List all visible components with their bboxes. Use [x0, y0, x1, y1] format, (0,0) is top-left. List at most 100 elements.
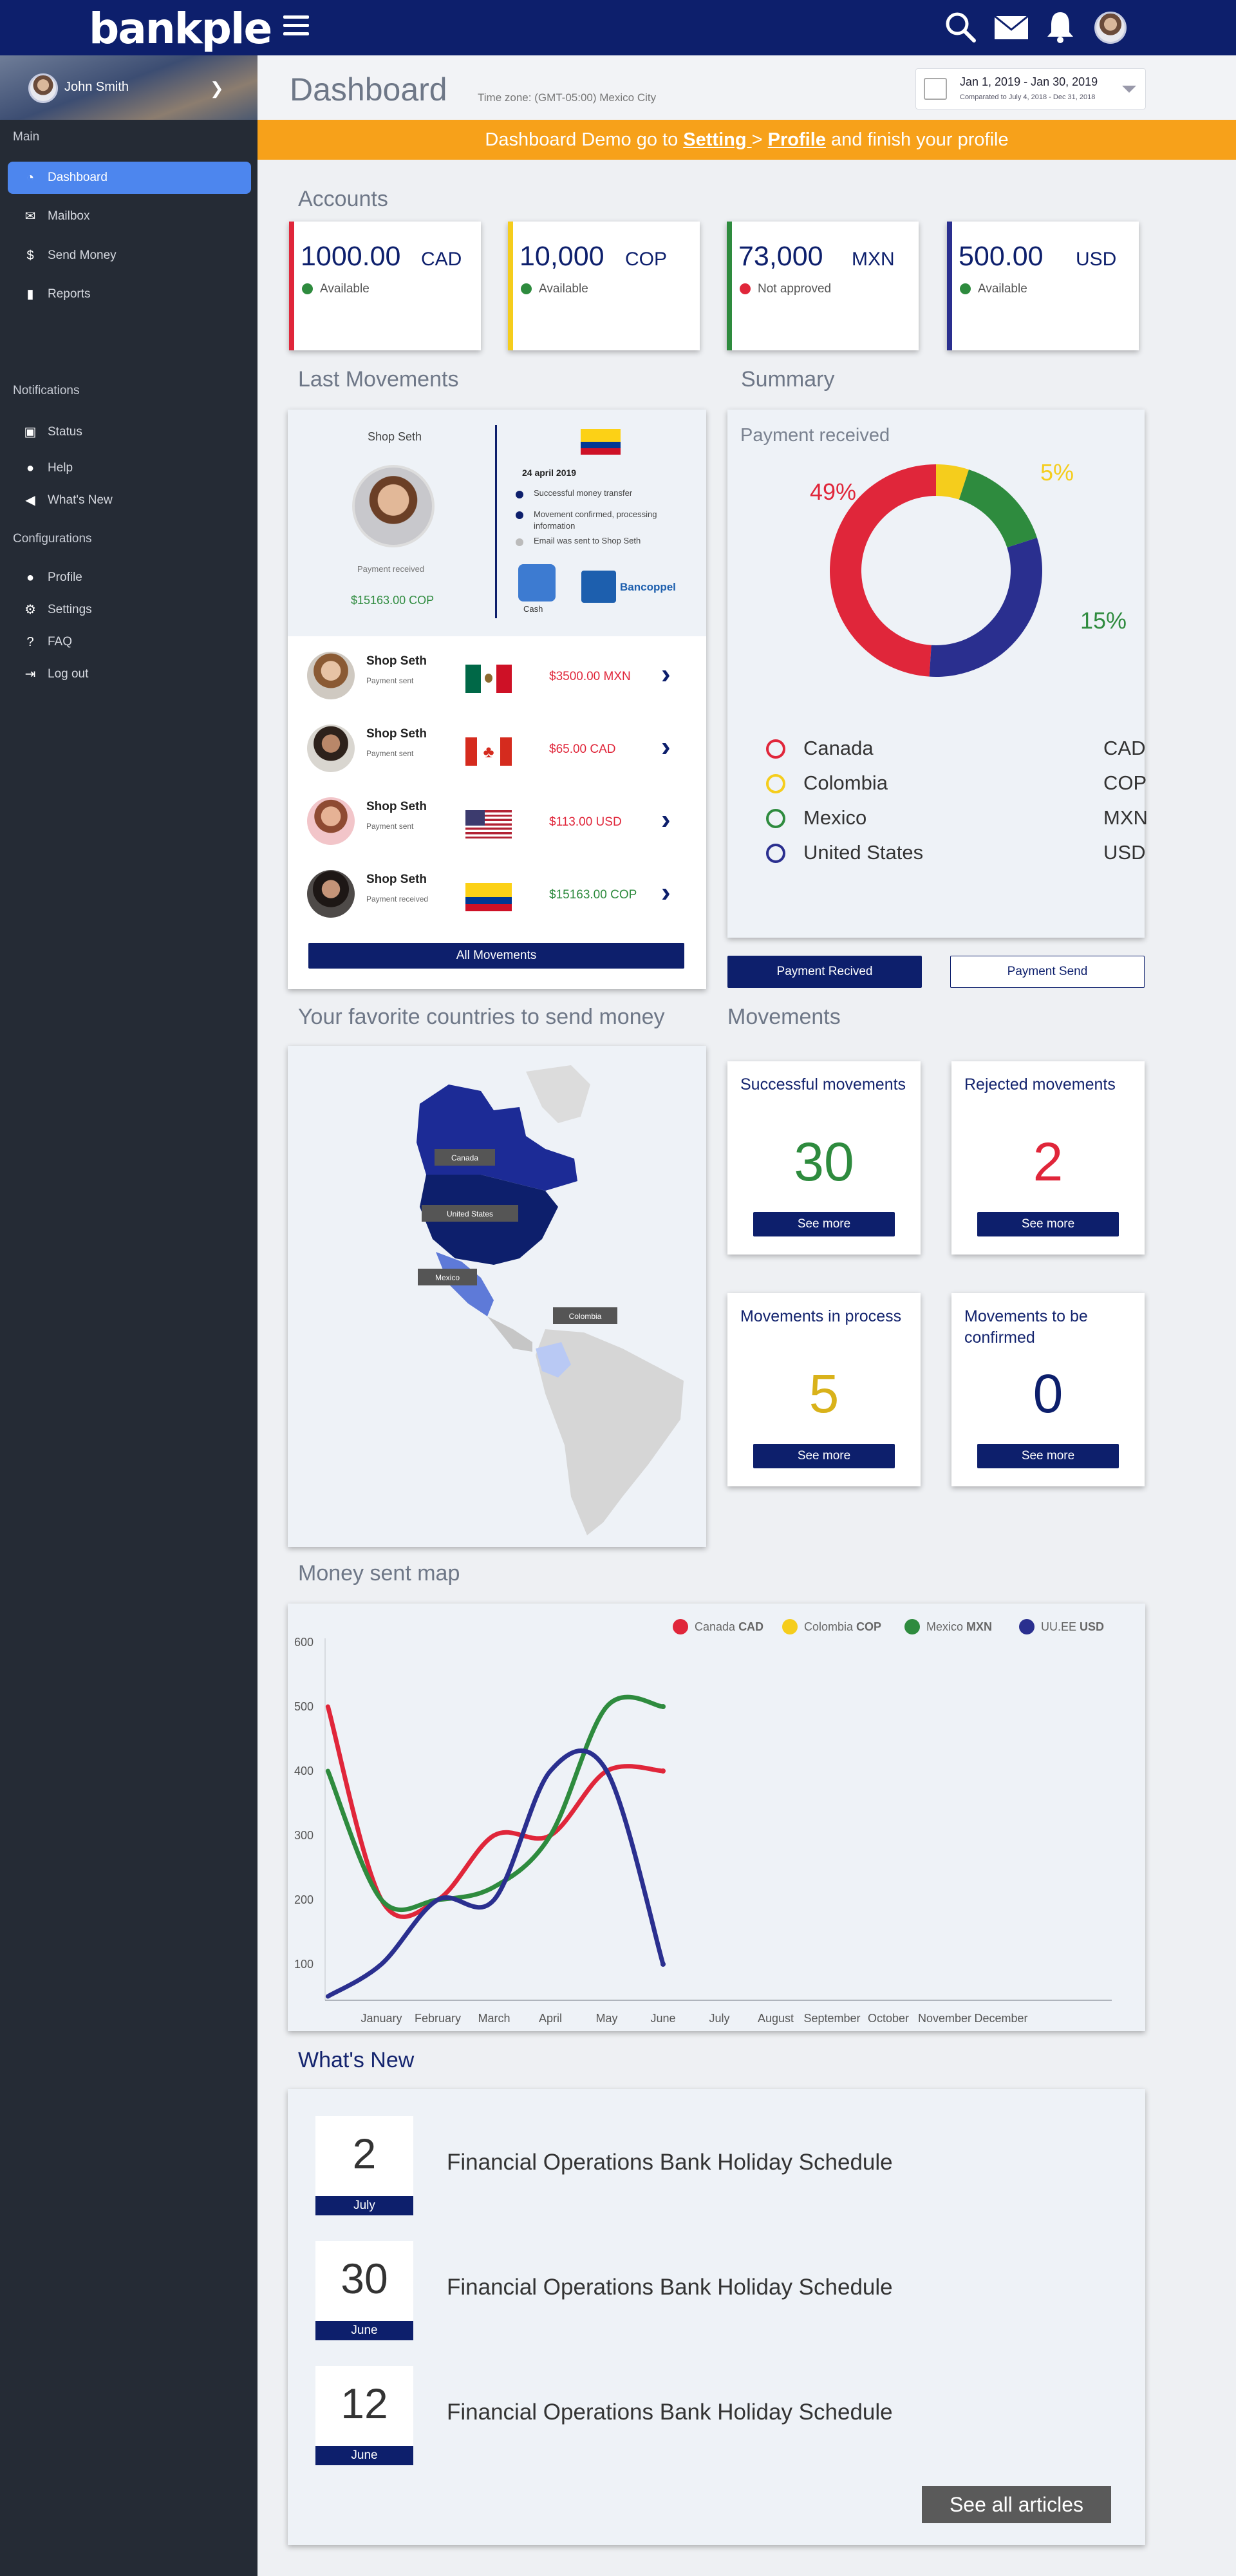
chevron-right-icon[interactable]: › — [661, 658, 671, 690]
sidebar-item-label: Mailbox — [48, 209, 90, 223]
user-avatar[interactable] — [1094, 12, 1127, 44]
y-tick-label: 100 — [294, 1958, 314, 1971]
movement-row[interactable]: Shop Seth Payment received $15163.00 COP… — [288, 857, 706, 930]
movements-heading: Movements — [727, 1005, 841, 1029]
chevron-right-icon: ❯ — [210, 79, 224, 98]
sidebar-item-logout[interactable]: ⇥ Log out — [8, 658, 251, 690]
legend-code: MXN — [1103, 806, 1148, 829]
sidebar-item-settings[interactable]: ⚙ Settings — [8, 594, 251, 626]
card-value: 2 — [1033, 1132, 1063, 1192]
sidebar-item-dashboard[interactable]: ◔ Dashboard — [8, 162, 251, 194]
account-color-bar — [289, 222, 294, 350]
see-more-button[interactable]: See more — [977, 1212, 1119, 1236]
news-item[interactable]: 12 June Financial Operations Bank Holiday… — [315, 2366, 1088, 2469]
movement-row[interactable]: Shop Seth Payment sent $3500.00 MXN › — [288, 639, 706, 712]
legend-label-usd: UU.EE USD — [1041, 1620, 1104, 1633]
sidebar-item-whats-new[interactable]: ◀ What's New — [8, 484, 251, 516]
movement-row[interactable]: Shop Seth Payment sent ♣ $65.00 CAD › — [288, 712, 706, 784]
news-item[interactable]: 2 July Financial Operations Bank Holiday … — [315, 2116, 1088, 2219]
menu-toggle-button[interactable] — [283, 15, 309, 39]
section-main: Main — [13, 130, 40, 144]
card-value: 5 — [809, 1363, 839, 1424]
news-title[interactable]: Financial Operations Bank Holiday Schedu… — [447, 2400, 893, 2425]
page-header: Dashboard Time zone: (GMT-05:00) Mexico … — [258, 55, 1236, 120]
movement-amount: $3500.00 MXN — [549, 670, 631, 683]
detail-label: Payment received — [357, 564, 425, 574]
brand-logo[interactable]: bankple — [89, 4, 272, 53]
in-process-movements-card: Movements in process 5 See more — [727, 1293, 921, 1486]
detail-amount: $15163.00 COP — [351, 594, 435, 607]
see-all-articles-button[interactable]: See all articles — [922, 2486, 1111, 2523]
account-card-usd[interactable]: 500.00 USD Available — [947, 222, 1139, 350]
account-card-cad[interactable]: 1000.00 CAD Available — [289, 222, 481, 350]
sidebar-item-label: Status — [48, 425, 82, 439]
successful-movements-card: Successful movements 30 See more — [727, 1061, 921, 1255]
x-tick-label: August — [758, 2012, 794, 2025]
account-card-mxn[interactable]: 73,000 MXN Not approved — [727, 222, 919, 350]
sidebar-item-status[interactable]: ▣ Status — [8, 416, 251, 448]
payment-donut-chart: 49%5%15%31% — [810, 459, 1127, 677]
mail-icon[interactable] — [994, 15, 1029, 40]
megaphone-icon: ◀ — [25, 493, 35, 507]
all-movements-button[interactable]: All Movements — [308, 943, 684, 969]
y-tick-label: 600 — [294, 1636, 314, 1649]
sidebar-item-faq[interactable]: ? FAQ — [8, 626, 251, 658]
y-tick-label: 300 — [294, 1829, 314, 1842]
news-item[interactable]: 30 June Financial Operations Bank Holiday… — [315, 2241, 1088, 2344]
banner-setting-link[interactable]: Setting — [683, 129, 751, 150]
news-title[interactable]: Financial Operations Bank Holiday Schedu… — [447, 2150, 893, 2175]
sidebar-item-reports[interactable]: ▮ Reports — [8, 278, 251, 310]
contact-avatar — [307, 724, 355, 772]
series-line-usd — [325, 1748, 666, 1999]
chevron-down-icon — [1122, 86, 1136, 93]
donut-slice-mxn — [959, 469, 1037, 548]
chevron-right-icon[interactable]: › — [661, 804, 671, 836]
sidebar-item-label: Dashboard — [48, 171, 108, 184]
status-dot — [740, 283, 751, 294]
user-card[interactable]: John Smith ❯ — [0, 55, 258, 120]
account-card-cop[interactable]: 10,000 COP Available — [508, 222, 700, 350]
news-date-box: 30 June — [315, 2241, 413, 2340]
payment-send-button[interactable]: Payment Send — [950, 956, 1145, 988]
legend-ring — [766, 739, 785, 759]
cash-label: Cash — [523, 604, 543, 614]
bell-icon[interactable] — [1045, 10, 1075, 44]
calendar-icon — [924, 78, 947, 100]
status-dot — [960, 283, 971, 294]
see-more-button[interactable]: See more — [753, 1444, 895, 1468]
see-more-button[interactable]: See more — [977, 1444, 1119, 1468]
news-title[interactable]: Financial Operations Bank Holiday Schedu… — [447, 2275, 893, 2300]
chevron-right-icon[interactable]: › — [661, 731, 671, 763]
timeline-line — [495, 425, 497, 618]
account-status: Available — [978, 282, 1027, 296]
see-more-button[interactable]: See more — [753, 1212, 895, 1236]
date-range-picker[interactable]: Jan 1, 2019 - Jan 30, 2019 Comparated to… — [915, 68, 1146, 109]
greenland-shape — [526, 1065, 590, 1123]
account-currency: MXN — [852, 249, 895, 270]
movement-amount: $65.00 CAD — [549, 743, 616, 756]
legend-dot-mxn — [904, 1619, 920, 1634]
sidebar: John Smith ❯ Main ◔ Dashboard ✉ Mailbox $ S… — [0, 55, 258, 2576]
chevron-right-icon[interactable]: › — [661, 876, 671, 909]
movement-type: Payment sent — [366, 676, 414, 685]
mail-icon: ✉ — [24, 209, 36, 223]
search-icon[interactable] — [944, 10, 977, 44]
profile-banner: Dashboard Demo go to Setting > Profile a… — [258, 120, 1236, 160]
news-month: June — [315, 2321, 413, 2340]
x-tick-label: May — [595, 2012, 617, 2025]
news-day: 2 — [352, 2130, 377, 2177]
news-day: 12 — [341, 2380, 388, 2427]
payment-received-button[interactable]: Payment Recived — [727, 956, 922, 988]
date-range-value: Jan 1, 2019 - Jan 30, 2019 — [960, 75, 1098, 88]
y-tick-label: 200 — [294, 1893, 314, 1906]
sidebar-item-help[interactable]: ● Help — [8, 452, 251, 484]
step-dot — [516, 491, 523, 498]
status-dot — [302, 283, 313, 294]
banner-profile-link[interactable]: Profile — [768, 129, 826, 150]
news-month: July — [315, 2196, 413, 2215]
sidebar-item-mailbox[interactable]: ✉ Mailbox — [8, 200, 251, 232]
sidebar-item-profile[interactable]: ● Profile — [8, 562, 251, 594]
sidebar-item-send-money[interactable]: $ Send Money — [8, 240, 251, 272]
canada-flag-icon: ♣ — [465, 737, 512, 766]
movement-row[interactable]: Shop Seth Payment sent $113.00 USD › — [288, 784, 706, 857]
